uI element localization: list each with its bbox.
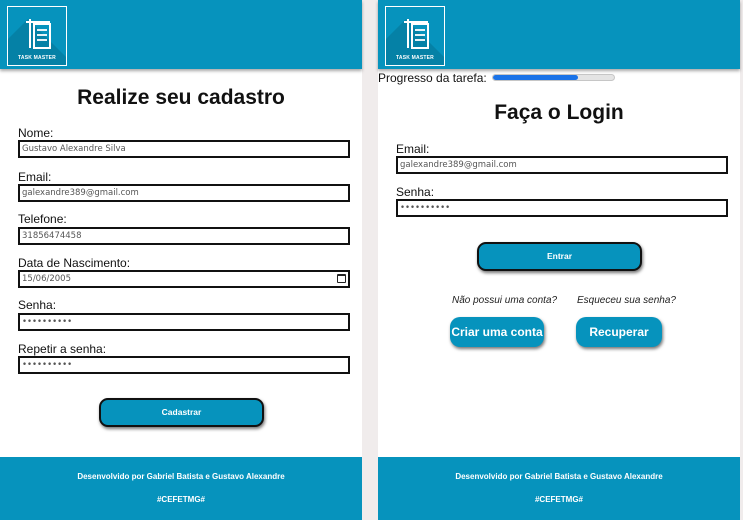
email-label: Email:	[18, 170, 52, 184]
name-field[interactable]: Gustavo Alexandre Silva	[18, 140, 350, 158]
progress-label: Progresso da tarefa:	[378, 71, 487, 85]
footer: Desenvolvido por Gabriel Batista e Gusta…	[378, 457, 740, 520]
footer-hashtag: #CEFETMG#	[156, 495, 205, 504]
task-progress-bar	[492, 74, 615, 81]
logo-text: TASK MASTER	[396, 55, 434, 61]
birthdate-field[interactable]: 15/06/2005	[18, 270, 350, 288]
recover-password-button[interactable]: Recuperar	[576, 317, 662, 347]
register-button[interactable]: Cadastrar	[99, 398, 264, 427]
footer-credits: Desenvolvido por Gabriel Batista e Gusta…	[77, 472, 285, 481]
email-field[interactable]: galexandre389@gmail.com	[396, 156, 728, 174]
header: TASK MASTER	[0, 0, 362, 69]
footer: Desenvolvido por Gabriel Batista e Gusta…	[0, 457, 362, 520]
header: TASK MASTER	[378, 0, 740, 69]
app-logo[interactable]: TASK MASTER	[385, 6, 445, 66]
phone-label: Telefone:	[18, 212, 67, 226]
no-account-text: Não possui uma conta?	[452, 295, 558, 306]
list-logo-icon	[404, 19, 429, 49]
page-title: Faça o Login	[494, 101, 624, 124]
create-account-button[interactable]: Criar uma conta	[450, 317, 544, 347]
birthdate-label: Data de Nascimento:	[18, 256, 131, 270]
birthdate-value: 15/06/2005	[22, 274, 71, 284]
password-label: Senha:	[18, 298, 57, 312]
email-label: Email:	[396, 142, 430, 156]
password-field[interactable]: ••••••••••	[18, 313, 350, 331]
login-panel: TASK MASTER Progresso da tarefa: Faça o …	[378, 0, 740, 520]
forgot-password-text: Esqueceu sua senha?	[577, 295, 676, 306]
progress-fill	[493, 75, 578, 80]
password-field[interactable]: ••••••••••	[396, 199, 728, 217]
list-logo-icon	[26, 19, 51, 49]
page-title: Realize seu cadastro	[77, 86, 285, 109]
password-label: Senha:	[396, 185, 435, 199]
email-field[interactable]: galexandre389@gmail.com	[18, 184, 350, 202]
confirm-password-label: Repetir a senha:	[18, 342, 107, 356]
calendar-icon[interactable]	[337, 274, 346, 283]
confirm-password-field[interactable]: ••••••••••	[18, 356, 350, 374]
name-label: Nome:	[18, 126, 54, 140]
login-button[interactable]: Entrar	[477, 242, 642, 271]
logo-text: TASK MASTER	[18, 55, 56, 61]
footer-credits: Desenvolvido por Gabriel Batista e Gusta…	[455, 472, 663, 481]
phone-field[interactable]: 31856474458	[18, 227, 350, 245]
footer-hashtag: #CEFETMG#	[534, 495, 583, 504]
register-panel: TASK MASTER Realize seu cadastro Nome: G…	[0, 0, 362, 520]
app-logo[interactable]: TASK MASTER	[7, 6, 67, 66]
